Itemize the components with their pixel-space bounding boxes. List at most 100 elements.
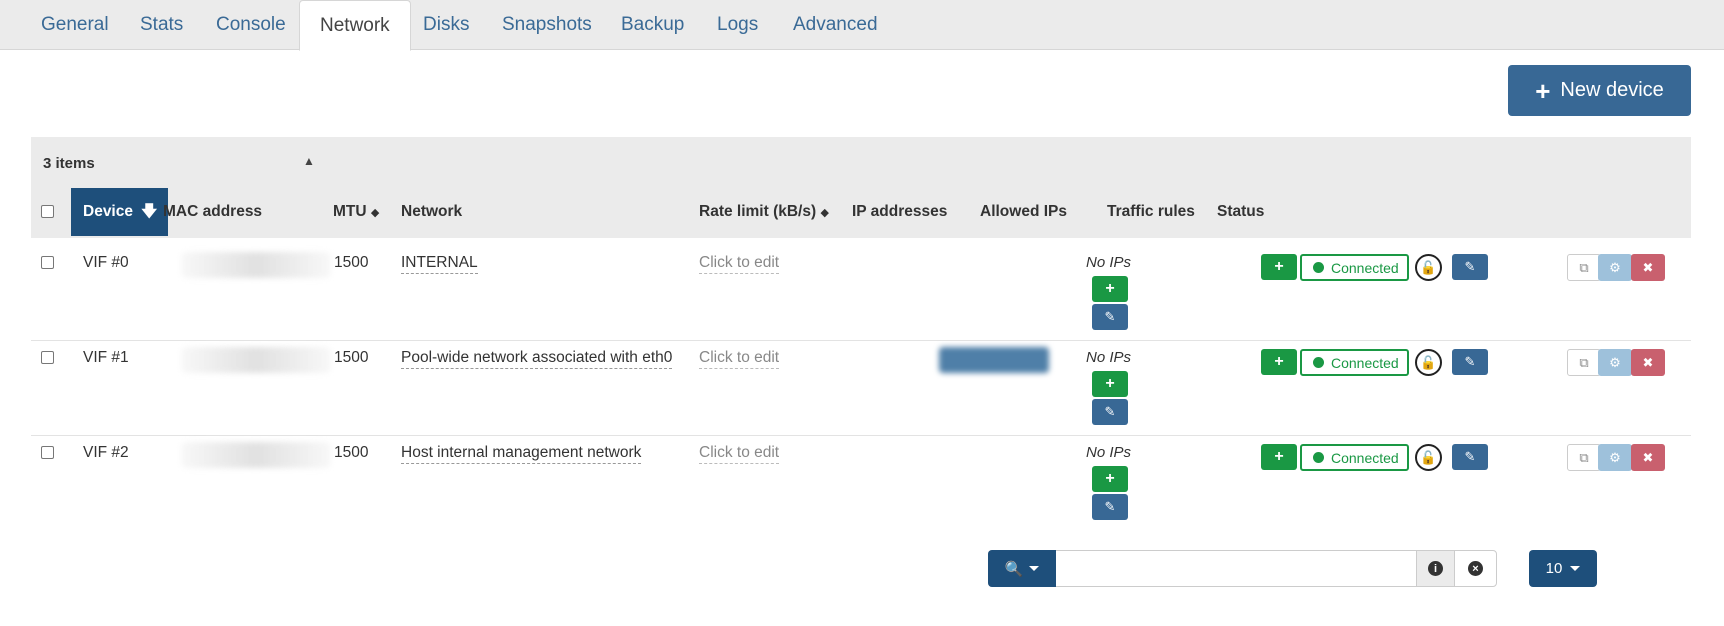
status-label: Connected — [1331, 259, 1399, 276]
select-all-checkbox[interactable] — [41, 205, 54, 218]
edit-allowed-ip-button[interactable]: ✎ — [1092, 304, 1128, 330]
column-header-ip-addresses: IP addresses — [852, 188, 947, 236]
page-size-select[interactable]: 10 — [1529, 550, 1597, 587]
rate-limit-header-label: Rate limit (kB/s) — [699, 203, 817, 220]
add-traffic-rule-button[interactable]: + — [1261, 254, 1297, 280]
unlock-icon[interactable]: 🔓 — [1415, 444, 1442, 471]
status-connected-button[interactable]: Connected — [1300, 349, 1409, 376]
status-dot-icon — [1313, 262, 1324, 273]
new-device-button[interactable]: + New device — [1508, 65, 1691, 116]
gear-icon: ⚙ — [1609, 354, 1621, 370]
status-dot-icon — [1313, 452, 1324, 463]
ip-header-label: IP addresses — [852, 203, 948, 220]
pencil-icon: ✎ — [1104, 499, 1116, 514]
network-cell[interactable]: Pool-wide network associated with eth0 — [401, 349, 673, 369]
copy-icon: ⧉ — [1579, 449, 1589, 465]
unlock-icon[interactable]: 🔓 — [1415, 254, 1442, 281]
copy-button[interactable]: ⧉ — [1567, 254, 1601, 281]
status-header-label: Status — [1217, 203, 1265, 220]
column-header-mtu[interactable]: MTU ◆ — [333, 188, 379, 236]
status-connected-button[interactable]: Connected — [1300, 444, 1409, 471]
sort-icon: ◆ — [370, 207, 380, 219]
network-header-label: Network — [401, 203, 463, 220]
settings-button[interactable]: ⚙ — [1598, 254, 1632, 281]
filter-input[interactable] — [1056, 551, 1416, 586]
network-cell[interactable]: Host internal management network — [401, 444, 642, 464]
plus-icon: + — [1535, 75, 1551, 106]
device-cell: VIF #1 — [83, 349, 129, 366]
tab-advanced[interactable]: Advanced — [773, 0, 898, 50]
rate-limit-cell[interactable]: Click to edit — [699, 254, 780, 274]
rate-limit-cell[interactable]: Click to edit — [699, 349, 780, 369]
column-header-network[interactable]: Network — [401, 188, 462, 236]
delete-button[interactable]: ✖ — [1631, 444, 1665, 471]
close-icon: × — [1468, 561, 1483, 576]
tab-general[interactable]: General — [21, 0, 129, 50]
row-checkbox[interactable] — [41, 256, 54, 269]
tab-network[interactable]: Network — [299, 0, 411, 51]
mtu-header-label: MTU — [333, 203, 367, 220]
mac-address-redacted — [181, 347, 331, 373]
arrow-down-icon: 🡇 — [141, 203, 158, 220]
column-header-rate-limit[interactable]: Rate limit (kB/s) ◆ — [699, 188, 829, 236]
tab-stats[interactable]: Stats — [120, 0, 203, 50]
column-header-mac[interactable]: MAC address — [163, 188, 262, 236]
table-row: VIF #0 1500 INTERNAL Click to edit No IP… — [31, 238, 1691, 341]
copy-button[interactable]: ⧉ — [1567, 444, 1601, 471]
add-traffic-rule-button[interactable]: + — [1261, 444, 1297, 470]
delete-button[interactable]: ✖ — [1631, 254, 1665, 281]
edit-allowed-ip-button[interactable]: ✎ — [1092, 494, 1128, 520]
copy-icon: ⧉ — [1579, 354, 1589, 370]
mac-address-redacted — [181, 442, 331, 468]
status-connected-button[interactable]: Connected — [1300, 254, 1409, 281]
clear-filter-button[interactable]: × — [1454, 551, 1496, 586]
filter-options-button[interactable]: 🔍 — [988, 550, 1056, 587]
edit-status-button[interactable]: ✎ — [1452, 254, 1488, 280]
column-header-allowed-ips: Allowed IPs — [980, 188, 1067, 236]
search-icon: 🔍 — [1004, 560, 1024, 578]
table-row: VIF #2 1500 Host internal management net… — [31, 428, 1691, 531]
row-checkbox[interactable] — [41, 446, 54, 459]
close-icon: ✖ — [1642, 354, 1654, 370]
column-header-device[interactable]: Device 🡇 — [71, 188, 168, 236]
add-allowed-ip-button[interactable]: + — [1092, 371, 1128, 397]
network-cell[interactable]: INTERNAL — [401, 254, 478, 274]
close-icon: ✖ — [1642, 259, 1654, 275]
tab-snapshots[interactable]: Snapshots — [482, 0, 612, 50]
unlock-icon[interactable]: 🔓 — [1415, 349, 1442, 376]
delete-button[interactable]: ✖ — [1631, 349, 1665, 376]
status-dot-icon — [1313, 357, 1324, 368]
add-allowed-ip-button[interactable]: + — [1092, 466, 1128, 492]
edit-status-button[interactable]: ✎ — [1452, 349, 1488, 375]
edit-status-button[interactable]: ✎ — [1452, 444, 1488, 470]
tab-bar: General Stats Console Network Disks Snap… — [0, 0, 1724, 51]
close-icon: ✖ — [1642, 449, 1654, 465]
settings-button[interactable]: ⚙ — [1598, 349, 1632, 376]
tab-console[interactable]: Console — [196, 0, 306, 50]
add-allowed-ip-button[interactable]: + — [1092, 276, 1128, 302]
page-size-label: 10 — [1545, 560, 1563, 577]
pencil-icon: ✎ — [1104, 404, 1116, 419]
new-device-label: New device — [1560, 79, 1664, 101]
tab-backup[interactable]: Backup — [601, 0, 704, 50]
edit-allowed-ip-button[interactable]: ✎ — [1092, 399, 1128, 425]
tab-logs[interactable]: Logs — [697, 0, 778, 50]
rate-limit-cell[interactable]: Click to edit — [699, 444, 780, 464]
filter-help-button[interactable]: i — [1416, 551, 1454, 586]
copy-button[interactable]: ⧉ — [1567, 349, 1601, 376]
device-cell: VIF #2 — [83, 444, 129, 461]
chevron-down-icon — [1570, 566, 1581, 571]
pencil-icon: ✎ — [1464, 259, 1476, 274]
copy-icon: ⧉ — [1579, 259, 1589, 275]
chevron-down-icon — [1029, 566, 1040, 571]
settings-button[interactable]: ⚙ — [1598, 444, 1632, 471]
tab-disks[interactable]: Disks — [403, 0, 489, 50]
sort-icon[interactable]: ▲ — [303, 137, 315, 185]
allowed-ips-header-label: Allowed IPs — [980, 203, 1067, 220]
allowed-ips-cell: No IPs — [1086, 349, 1132, 366]
add-traffic-rule-button[interactable]: + — [1261, 349, 1297, 375]
status-label: Connected — [1331, 449, 1399, 466]
mtu-cell: 1500 — [334, 444, 369, 461]
row-checkbox[interactable] — [41, 351, 54, 364]
column-header-traffic-rules: Traffic rules — [1107, 188, 1195, 236]
